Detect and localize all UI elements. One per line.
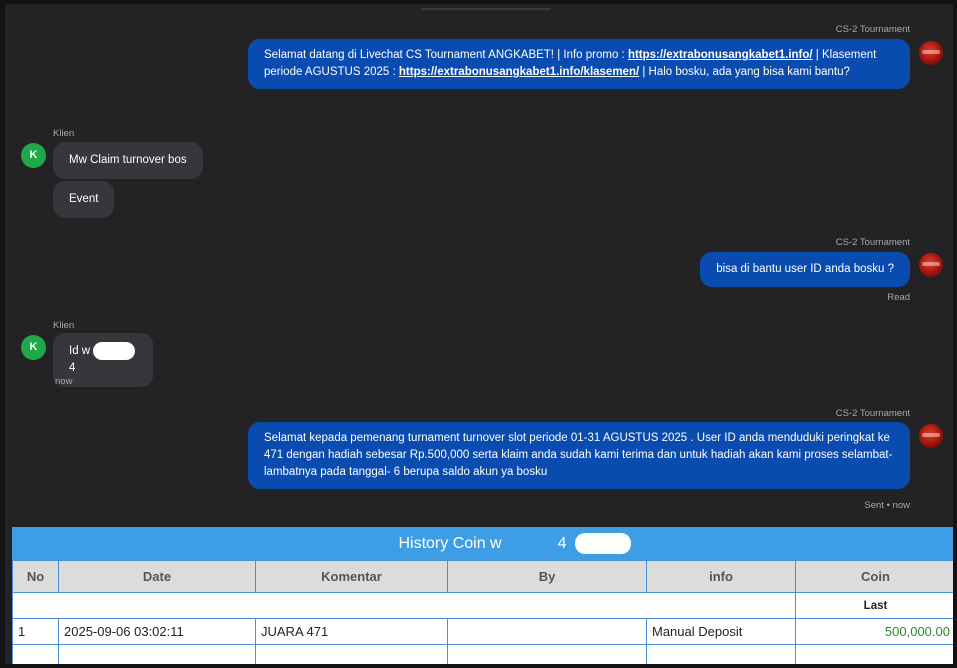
message-text: | Halo bosku, ada yang bisa kami bantu?: [639, 66, 850, 78]
column-header-komentar[interactable]: Komentar: [255, 560, 448, 593]
message-time: now: [55, 376, 73, 387]
cell-by: [447, 618, 647, 645]
history-title-text: 4: [557, 535, 567, 552]
history-table: No Date Komentar By info Coin Last 1 202…: [12, 560, 953, 664]
message-text: Id w: [69, 345, 91, 357]
promo-link[interactable]: https://extrabonusangkabet1.info/: [628, 49, 813, 61]
summary-spacer: [12, 592, 796, 619]
cell-coin: 500,000.00: [795, 618, 953, 645]
redaction-mark: [93, 342, 135, 360]
agent-avatar: [919, 424, 943, 448]
history-title-text: History Coin w: [398, 535, 502, 552]
column-header-coin[interactable]: Coin: [795, 560, 953, 593]
message-text: Selamat datang di Livechat CS Tournament…: [264, 49, 628, 61]
cell-info: Manual Deposit: [646, 618, 796, 645]
read-status: Read: [887, 292, 910, 303]
client-message: Event: [53, 181, 115, 218]
agent-message-winner: Selamat kepada pemenang turnament turnov…: [248, 422, 910, 489]
agent-avatar: [919, 253, 943, 277]
summary-row: Last: [12, 592, 953, 619]
table-row: [12, 644, 953, 664]
message-text: 4: [69, 362, 76, 374]
agent-sender-name: CS-2 Tournament: [835, 237, 910, 248]
agent-sender-name: CS-2 Tournament: [835, 24, 910, 35]
sent-status: Sent • now: [864, 500, 910, 511]
window-handle: [421, 8, 551, 10]
history-coin-panel: History Coin w 4 No Date Komentar By info…: [12, 527, 953, 664]
client-avatar: K: [21, 335, 46, 360]
client-sender-name: Klien: [53, 128, 75, 139]
last-label: Last: [795, 592, 953, 619]
chat-window: CS-2 Tournament Selamat datang di Livech…: [5, 4, 953, 664]
agent-avatar: [919, 41, 943, 65]
client-avatar: K: [21, 143, 46, 168]
agent-message-welcome: Selamat datang di Livechat CS Tournament…: [248, 39, 910, 89]
klasemen-link[interactable]: https://extrabonusangkabet1.info/klaseme…: [399, 66, 639, 78]
column-header-by[interactable]: By: [447, 560, 647, 593]
table-row: 1 2025-09-06 03:02:11 JUARA 471 Manual D…: [12, 618, 953, 645]
agent-sender-name: CS-2 Tournament: [835, 408, 910, 419]
cell-komentar: JUARA 471: [255, 618, 448, 645]
agent-message: bisa di bantu user ID anda bosku ?: [700, 252, 910, 287]
table-header-row: No Date Komentar By info Coin: [12, 560, 953, 593]
cell-no: 1: [12, 618, 59, 645]
cell-date: 2025-09-06 03:02:11: [58, 618, 256, 645]
client-message: Mw Claim turnover bos: [53, 142, 203, 179]
column-header-info[interactable]: info: [646, 560, 796, 593]
history-title: History Coin w 4: [12, 527, 953, 560]
column-header-date[interactable]: Date: [58, 560, 256, 593]
redaction-mark: [575, 533, 631, 554]
column-header-no[interactable]: No: [12, 560, 59, 593]
client-sender-name: Klien: [53, 320, 75, 331]
